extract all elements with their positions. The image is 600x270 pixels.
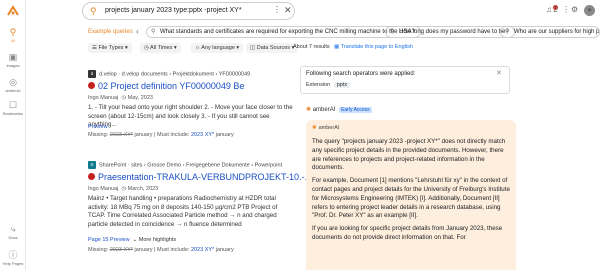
pptx-file-icon — [88, 82, 95, 89]
search-icon: ⚲ — [505, 29, 510, 35]
settings-icon[interactable]: ⚙ — [571, 5, 578, 15]
rail-item-docs[interactable]: ⤷ Docs — [0, 224, 26, 240]
example-queries: Example queries ‹ ⚲ What standards and c… — [88, 26, 600, 39]
result-meta: Ingo Manuaj ◷ March, 2023 — [88, 186, 159, 192]
result-source[interactable]: d d.velop · d.velop documents › Projektdo… — [88, 70, 250, 78]
early-access-badge: Early Access — [339, 107, 372, 113]
ai-paragraph: If you are looking for specific project … — [312, 225, 503, 241]
ai-answer-text: The query "projects january 2023 -projec… — [312, 138, 510, 247]
close-icon[interactable]: ✕ — [496, 69, 502, 77]
left-rail: ⚲ AI ▣ Images ◎ amberAI ☐ Bookmarks ⤷ Do… — [0, 0, 26, 270]
data-sources-filter[interactable]: ◫ Data Sources ▾ — [246, 43, 299, 53]
example-chip[interactable]: ⚲ How long does my password have to be? — [385, 26, 515, 38]
bell-icon[interactable]: ♫ — [546, 5, 552, 15]
rail-item-help[interactable]: ⓘ Help Pages — [0, 250, 26, 266]
extension-value[interactable]: pptx — [333, 82, 351, 88]
language-filter[interactable]: ☼ Any language ▾ — [191, 43, 244, 53]
rail-item-amberai[interactable]: ◎ amberAI — [0, 77, 26, 93]
result-source[interactable]: S SharePoint · sites › Grosse Demo › Frei… — [88, 161, 282, 169]
clear-icon[interactable]: ✕ — [284, 5, 292, 16]
ai-logo-icon: ✺ — [312, 125, 317, 131]
result-meta: Ingo Manuaj ◷ May, 2023 — [88, 95, 153, 101]
ai-logo-icon: ✺ — [306, 107, 312, 113]
time-filter[interactable]: ◷ All Times ▾ — [140, 43, 181, 53]
missing-terms: Missing: 2023 XY* january | Must include… — [88, 132, 234, 138]
search-bar[interactable]: ⚲ projects january 2023 type:pptx -proje… — [82, 2, 295, 20]
result-title[interactable]: 02 Project definition YF00000049 Be — [88, 81, 244, 91]
more-highlights-toggle[interactable]: ⌄ More highlights — [133, 237, 176, 243]
search-icon: ⚲ — [90, 6, 97, 16]
more-options-icon[interactable]: ⋮ — [273, 5, 281, 14]
search-input[interactable]: projects january 2023 type:pptx -project… — [105, 7, 242, 14]
sharepoint-logo-icon: S — [88, 161, 96, 169]
example-chip[interactable]: ⚲ What standards and certificates are re… — [146, 26, 421, 38]
rail-item-ai[interactable]: ⚲ AI — [0, 27, 26, 43]
rail-item-bookmarks[interactable]: ☐ Bookmarks — [0, 100, 26, 116]
example-queries-label: Example queries — [88, 29, 133, 35]
help-icon: ⓘ — [8, 250, 18, 260]
results-count: About 7 results — [293, 44, 330, 50]
ai-answer-bubble: ✺ amberAI The query "projects january 202… — [306, 120, 516, 270]
pptx-file-icon — [88, 173, 95, 180]
operators-title: Following search operators were applied: — [306, 71, 416, 77]
image-icon: ▣ — [8, 52, 18, 62]
more-options-icon[interactable]: ⋮ — [562, 5, 570, 15]
ai-paragraph: The query "projects january 2023 -projec… — [312, 138, 506, 172]
preview-link[interactable]: Preview — [88, 124, 108, 130]
search-result: S SharePoint · sites › Grosse Demo › Frei… — [88, 161, 312, 270]
example-chip[interactable]: ⚲ Who are our suppliers for high p — [500, 26, 600, 38]
search-icon: ⚲ — [151, 29, 156, 35]
rail-item-images[interactable]: ▣ Images — [0, 52, 26, 68]
search-icon: ⚲ — [390, 29, 395, 35]
ai-answer-panel: ✺ amberAI Early Access ✺ amberAI The quer… — [306, 104, 516, 270]
file-types-filter[interactable]: ☰ File Types ▾ — [88, 43, 132, 53]
search-result: d d.velop · d.velop documents › Projektdo… — [88, 70, 293, 148]
avatar[interactable]: ● — [584, 5, 595, 16]
app-logo-icon[interactable] — [6, 5, 20, 17]
chevron-left-icon[interactable]: ‹ — [136, 27, 139, 36]
ai-header: ✺ amberAI Early Access — [306, 107, 372, 113]
search-icon: ⚲ — [9, 27, 17, 37]
preview-link[interactable]: Page 15 Preview ⌄ More highlights — [88, 237, 176, 243]
result-title[interactable]: Praesentation-TRAKULA-VERBUNDPROJEKT-10.… — [88, 172, 312, 182]
result-snippet: Mainz • Target handling • preparations R… — [88, 195, 278, 228]
chat-icon: ◎ — [9, 77, 17, 87]
bookmark-icon: ☐ — [8, 100, 18, 110]
translate-link[interactable]: ▦ Translate this page to English — [334, 44, 413, 50]
share-icon: ⤷ — [10, 224, 16, 234]
ai-paragraph: For example, Document [1] mentions "Lehr… — [312, 177, 510, 220]
search-operators-panel: Following search operators were applied:… — [300, 66, 510, 94]
result-snippet: 1. - Tilt your head onto your right shou… — [88, 104, 293, 129]
extension-operator: Extension pptx — [306, 82, 351, 88]
ai-bot-name: ✺ amberAI — [312, 125, 340, 131]
notification-badge: 2 — [553, 5, 558, 14]
filter-bar: ☰ File Types ▾ ◷ All Times ▾ ☼ Any langu… — [88, 43, 600, 54]
dvelop-logo-icon: d — [88, 70, 96, 78]
missing-terms: Missing: 2023 XY* january | Must include… — [88, 247, 234, 253]
